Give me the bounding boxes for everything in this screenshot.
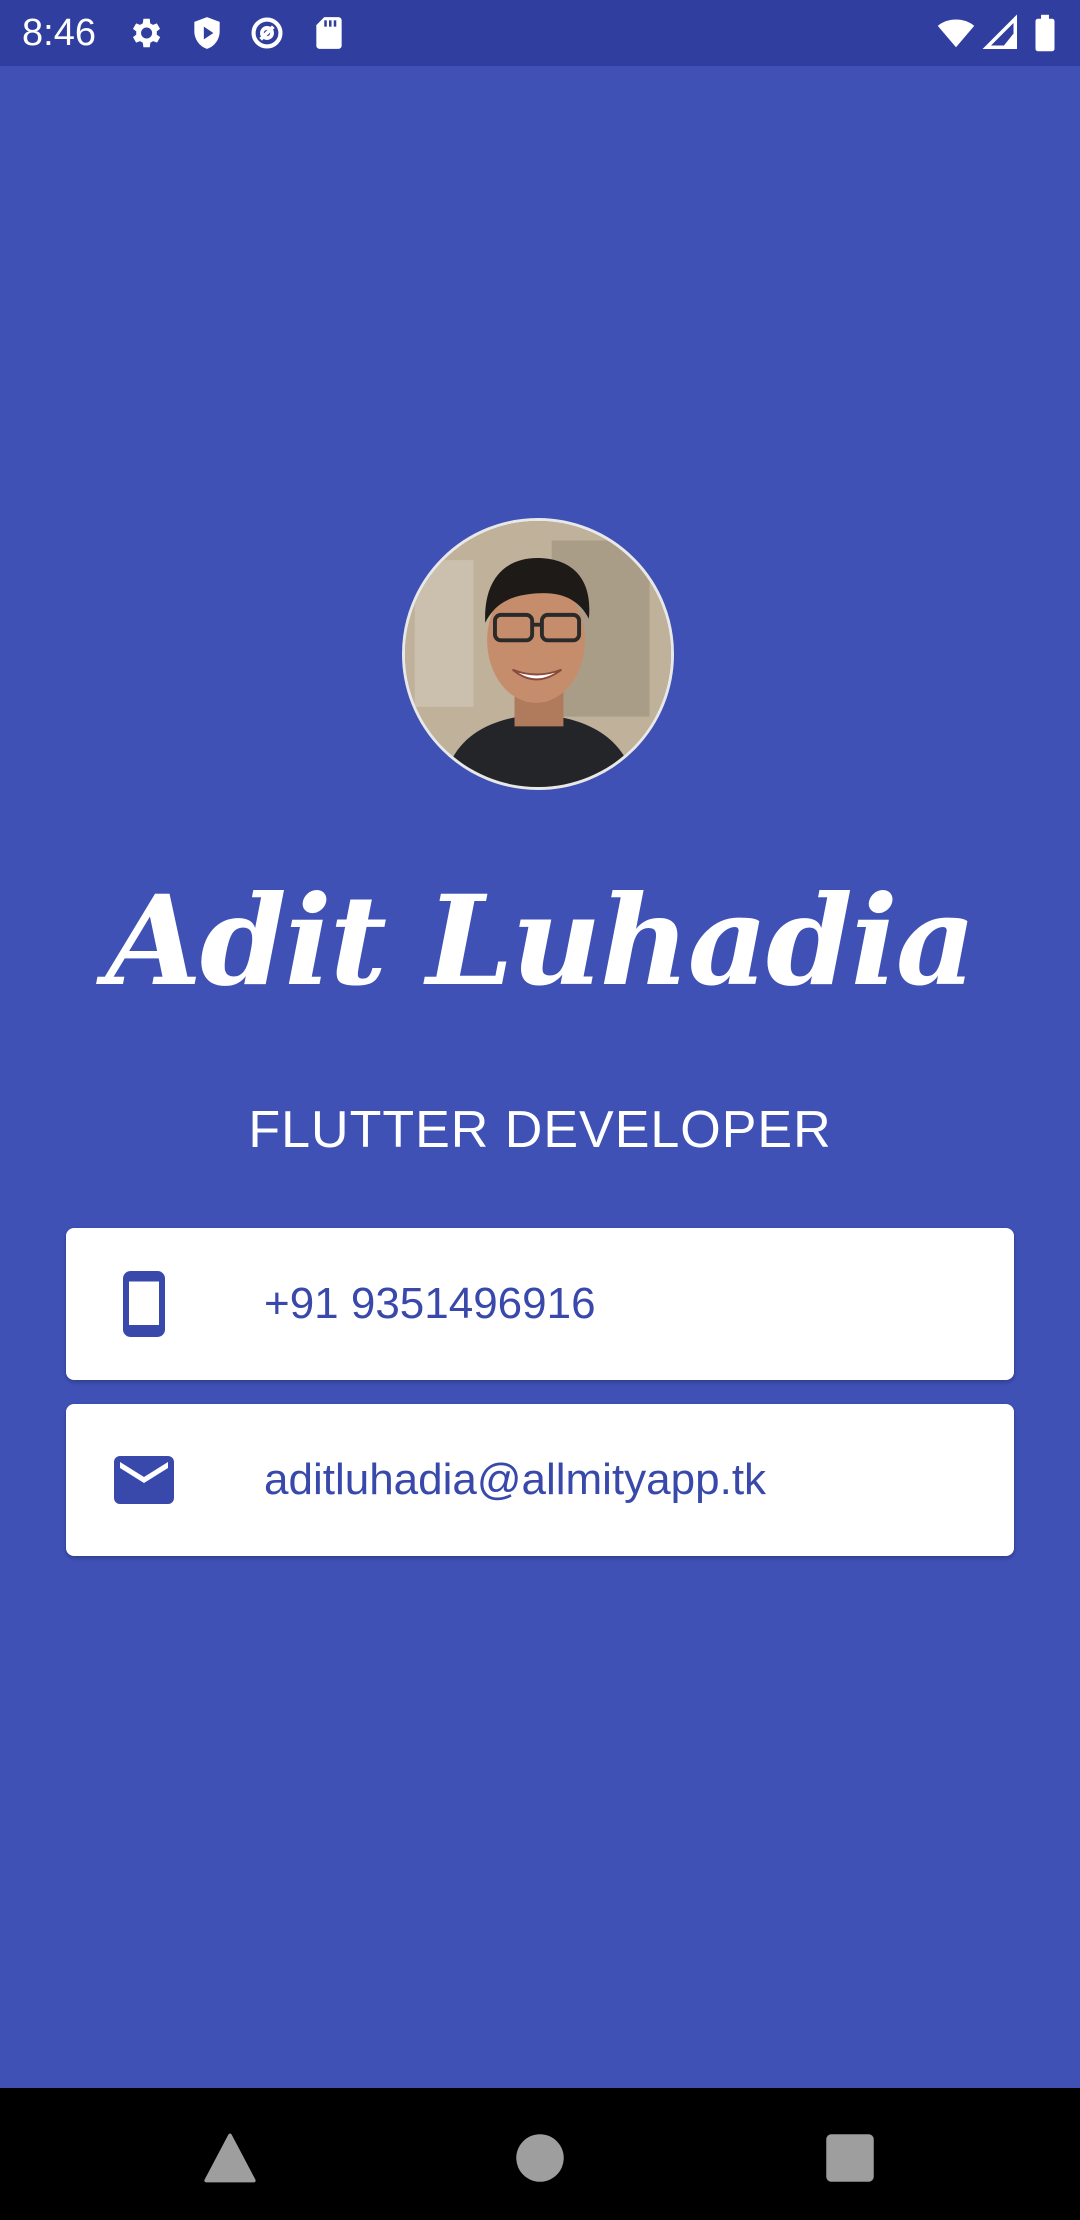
- status-bar: 8:46: [0, 0, 1080, 66]
- battery-icon: [1030, 14, 1060, 52]
- navigation-bar: [0, 2088, 1080, 2220]
- back-icon[interactable]: [200, 2128, 260, 2188]
- profile-name: Adit Luhadia: [105, 869, 976, 1014]
- gear-icon: [126, 14, 164, 52]
- phone-icon: [108, 1268, 180, 1340]
- phone-number: +91 9351496916: [264, 1279, 596, 1328]
- cell-signal-icon: [982, 14, 1020, 52]
- profile-title: FLUTTER DEVELOPER: [248, 1101, 832, 1159]
- home-icon[interactable]: [510, 2128, 570, 2188]
- play-protect-icon: [188, 14, 226, 52]
- status-time: 8:46: [22, 12, 96, 54]
- recents-icon[interactable]: [820, 2128, 880, 2188]
- data-saver-icon: [248, 14, 286, 52]
- mail-icon: [108, 1444, 180, 1516]
- profile-avatar: [402, 518, 674, 790]
- wifi-icon: [934, 14, 978, 52]
- email-card[interactable]: aditluhadia@allmityapp.tk: [66, 1404, 1014, 1556]
- sd-card-icon: [310, 14, 348, 52]
- phone-card[interactable]: +91 9351496916: [66, 1228, 1014, 1380]
- email-address: aditluhadia@allmityapp.tk: [264, 1455, 767, 1504]
